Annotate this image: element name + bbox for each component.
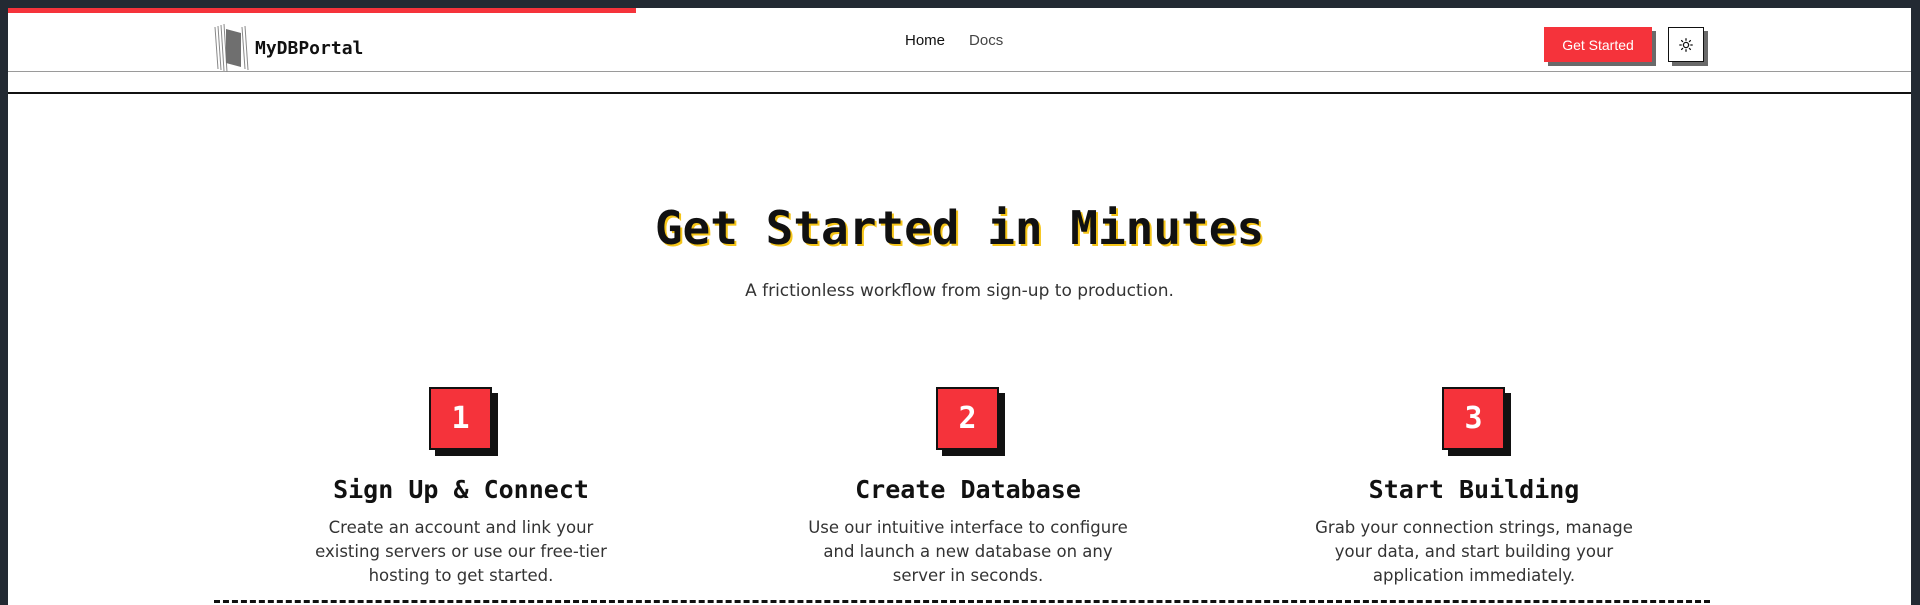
sun-icon [1679,37,1693,52]
step-description-line: Create an account and link your [328,518,594,537]
step-number-badge: 1 [429,387,492,450]
logo-icon [214,23,249,73]
step-title: Create Database [855,475,1081,504]
logo-text: MyDBPortal [255,37,364,59]
step-description-line: your data, and start building your [1334,542,1614,561]
site-header: MyDBPortal Home Docs Get Started [8,13,1911,73]
nav-docs-link[interactable]: Docs [969,32,1003,49]
section-divider [8,92,1911,94]
dashed-divider [214,600,1710,604]
step-description-line: existing servers or use our free-tier [315,542,607,561]
step-description-line: application immediately. [1372,566,1576,585]
step-description-line: Use our intuitive interface to configure [808,518,1128,537]
hero-title: Get Started in Minutes [654,201,1265,255]
step-description: Create an account and link your existing… [291,516,631,588]
step-number-badge: 3 [1442,387,1505,450]
page-frame: MyDBPortal Home Docs Get Started Get Sta… [8,8,1911,605]
main-nav: Home Docs [905,32,1003,49]
step-description: Grab your connection strings, manage you… [1304,516,1644,588]
step-number-badge: 2 [936,387,999,450]
theme-toggle-button[interactable] [1668,27,1704,62]
step-title: Start Building [1368,475,1580,504]
step-description-line: and launch a new database on any [823,542,1113,561]
step-description: Use our intuitive interface to configure… [798,516,1138,588]
logo-link[interactable]: MyDBPortal [214,23,363,73]
nav-home-link[interactable]: Home [905,32,945,49]
step-title: Sign Up & Connect [333,475,589,504]
step-description-line: server in seconds. [892,566,1044,585]
step-description-line: hosting to get started. [368,566,554,585]
step-description-line: Grab your connection strings, manage [1315,518,1633,537]
hero-subtitle: A frictionless workflow from sign-up to … [745,281,1174,301]
get-started-button[interactable]: Get Started [1544,27,1652,62]
